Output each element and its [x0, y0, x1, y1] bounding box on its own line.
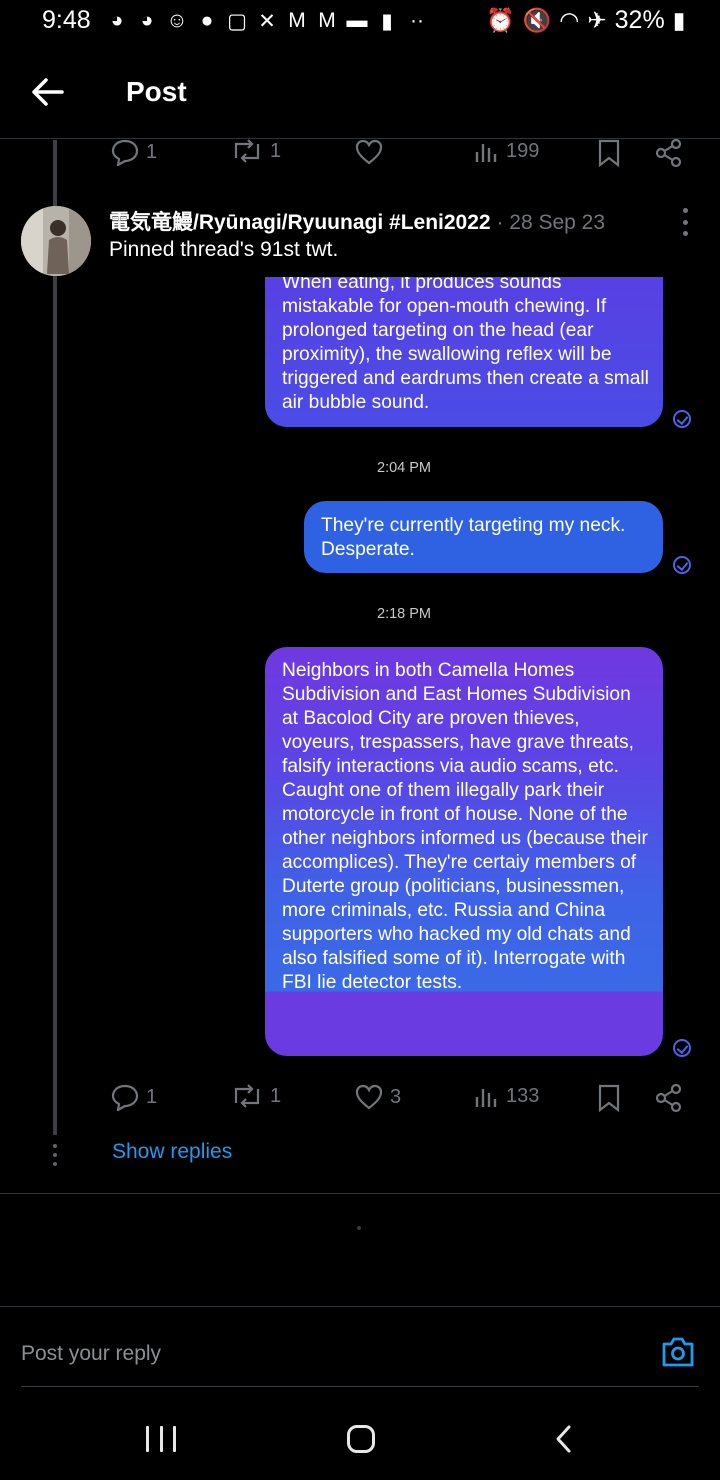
- share-icon: [655, 138, 682, 168]
- author-line: 電気竜鰻/Ryūnagi/Ryuunagi #Leni2022 · 28 Sep…: [109, 206, 669, 236]
- sent-check-icon: [673, 1039, 691, 1057]
- chat-bubble: When eating, it produces sounds mistakab…: [265, 277, 663, 427]
- post-text: Pinned thread's 91st twt.: [109, 238, 339, 261]
- chevron-left-icon: [556, 1425, 571, 1453]
- status-bar: 9:48 ◕ ◕ ☺ ● ▢ ✕ M M ▬ ▮ ·· ⏰ 🔇 ◠ ✈ 32% …: [0, 0, 720, 46]
- post-date: · 28 Sep 23: [496, 211, 606, 234]
- camera-button[interactable]: [660, 1334, 696, 1370]
- loading-indicator: [357, 1226, 361, 1230]
- divider: [0, 1193, 720, 1194]
- bookmark-button[interactable]: [596, 1083, 622, 1113]
- gmail-icon: M: [288, 9, 306, 32]
- camera-icon: [662, 1337, 694, 1367]
- reply-count: 1: [146, 1085, 158, 1108]
- heart-icon: [355, 139, 383, 165]
- reply-underline: [21, 1386, 699, 1387]
- repost-count: 1: [270, 139, 282, 162]
- thread-more-dots: [51, 1144, 59, 1166]
- post-actions: 1 1 3 133: [110, 1083, 690, 1117]
- sent-check-icon: [673, 410, 691, 428]
- views-count: 133: [506, 1084, 540, 1107]
- chat-bubble: Neighbors in both Camella Homes Subdivis…: [265, 647, 663, 1056]
- account-icon: ☺: [166, 9, 188, 32]
- views-chart-icon: [475, 144, 497, 162]
- avatar-photo: [21, 206, 91, 276]
- repost-icon: [234, 1084, 260, 1108]
- sent-check-icon: [673, 556, 691, 574]
- repost-count: 1: [270, 1084, 282, 1107]
- gmail-icon: M: [318, 9, 336, 32]
- show-replies-link[interactable]: Show replies: [112, 1140, 232, 1164]
- battery-icon: ▮: [672, 7, 686, 33]
- previous-post-actions: 1 1 199: [110, 138, 690, 172]
- post-image[interactable]: When eating, it produces sounds mistakab…: [109, 277, 703, 1062]
- airplane-icon: ✈: [587, 7, 607, 33]
- back-button[interactable]: [28, 74, 70, 110]
- share-button[interactable]: [654, 1083, 684, 1113]
- chat-bubble: They're currently targeting my neck. Des…: [304, 501, 663, 573]
- reply-count: 1: [146, 140, 158, 163]
- person-icon: ▮: [381, 9, 393, 33]
- author-avatar[interactable]: [21, 206, 91, 276]
- share-button[interactable]: [654, 138, 684, 168]
- x-icon: ✕: [258, 9, 276, 33]
- home-button[interactable]: [347, 1425, 375, 1453]
- alarm-icon: ⏰: [486, 7, 515, 33]
- repost-button[interactable]: 1: [230, 1083, 281, 1109]
- chat-timestamp: 2:04 PM: [377, 460, 431, 476]
- reply-icon: [111, 1084, 139, 1111]
- share-icon: [655, 1083, 682, 1113]
- reply-button[interactable]: 1: [110, 1083, 157, 1111]
- reply-input[interactable]: [21, 1336, 621, 1372]
- like-button[interactable]: [354, 138, 384, 166]
- repost-icon: [234, 139, 260, 163]
- twitch-icon: ▢: [227, 9, 247, 33]
- bookmark-icon: [598, 1084, 620, 1113]
- chat-icon: ▬: [346, 9, 368, 32]
- views-chart-icon: [475, 1089, 497, 1107]
- heart-icon: [355, 1084, 383, 1110]
- reply-button[interactable]: 1: [110, 138, 157, 166]
- reply-icon: [111, 139, 139, 166]
- back-arrow-icon: [32, 78, 64, 106]
- more-dots-icon: ··: [410, 9, 424, 32]
- author-name[interactable]: 電気竜鰻/Ryūnagi/Ryuunagi #Leni2022: [109, 211, 491, 234]
- status-app-icons: ◕ ◕ ☺ ● ▢ ✕ M M ▬ ▮ ··: [104, 8, 430, 34]
- views-count: 199: [506, 139, 540, 162]
- like-button[interactable]: 3: [354, 1083, 401, 1111]
- messenger-icon: ◕: [140, 9, 154, 32]
- more-options-button[interactable]: [676, 208, 694, 236]
- system-back-button[interactable]: [552, 1424, 576, 1454]
- reddit-icon: ●: [200, 9, 214, 32]
- status-system-icons: ⏰ 🔇 ◠ ✈ 32% ▮: [486, 6, 685, 35]
- repost-button[interactable]: 1: [230, 138, 281, 164]
- views-button[interactable]: 199: [474, 138, 539, 164]
- recent-apps-button[interactable]: [146, 1426, 176, 1452]
- bookmark-button[interactable]: [596, 138, 622, 168]
- messenger-icon: ◕: [110, 9, 124, 32]
- wifi-icon: ◠: [559, 7, 580, 33]
- chat-timestamp: 2:18 PM: [377, 606, 431, 622]
- views-button[interactable]: 133: [474, 1083, 539, 1109]
- divider: [0, 1306, 720, 1307]
- page-title: Post: [126, 76, 187, 107]
- thread-connector-line: [53, 140, 57, 1135]
- bookmark-icon: [598, 139, 620, 168]
- mute-icon: 🔇: [522, 7, 552, 33]
- like-count: 3: [390, 1085, 402, 1108]
- battery-percent: 32%: [614, 6, 665, 34]
- top-app-bar: Post: [0, 46, 720, 139]
- status-time: 9:48: [42, 6, 91, 34]
